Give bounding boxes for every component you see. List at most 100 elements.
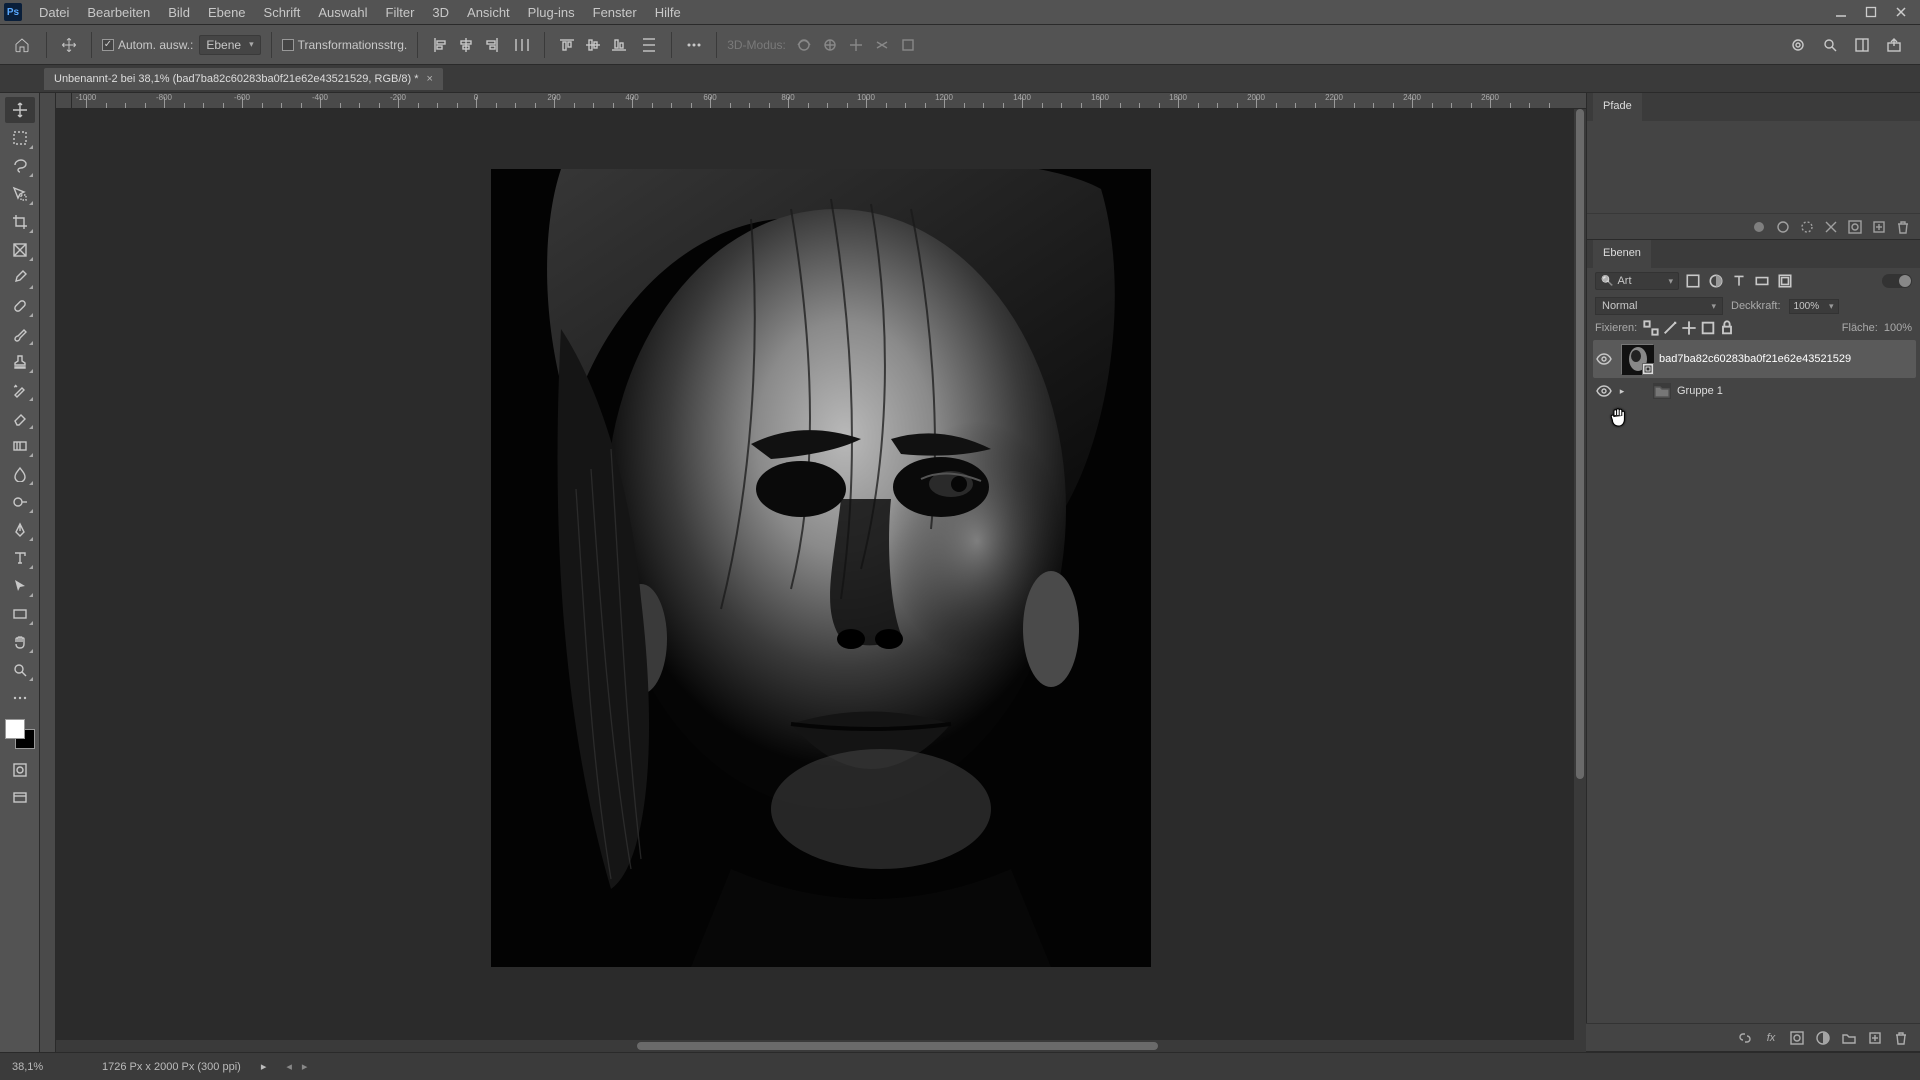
menu-ebene[interactable]: Ebene	[199, 0, 255, 25]
new-layer-button[interactable]	[1866, 1029, 1884, 1047]
healing-tool[interactable]	[5, 293, 35, 319]
menu-fenster[interactable]: Fenster	[584, 0, 646, 25]
3d-roll-button[interactable]	[818, 33, 842, 57]
minimize-button[interactable]	[1826, 1, 1856, 23]
crop-tool[interactable]	[5, 209, 35, 235]
menu-bearbeiten[interactable]: Bearbeiten	[78, 0, 159, 25]
home-button[interactable]	[8, 31, 36, 59]
distribute-v-button[interactable]	[637, 33, 661, 57]
3d-pan-button[interactable]	[844, 33, 868, 57]
shape-tool[interactable]	[5, 601, 35, 627]
history-brush-tool[interactable]	[5, 377, 35, 403]
menu-hilfe[interactable]: Hilfe	[646, 0, 690, 25]
stamp-tool[interactable]	[5, 349, 35, 375]
zoom-tool[interactable]	[5, 657, 35, 683]
filter-adjust-icon[interactable]	[1707, 272, 1725, 290]
menu-datei[interactable]: Datei	[30, 0, 78, 25]
edit-toolbar-button[interactable]	[5, 685, 35, 711]
mask-button[interactable]	[1788, 1029, 1806, 1047]
quick-mask-button[interactable]	[9, 759, 31, 781]
menu-filter[interactable]: Filter	[377, 0, 424, 25]
share-button[interactable]	[1882, 33, 1906, 57]
more-align-button[interactable]	[682, 33, 706, 57]
visibility-toggle[interactable]	[1593, 383, 1615, 399]
vertical-scrollbar[interactable]	[1574, 109, 1586, 1040]
layer-name[interactable]: Gruppe 1	[1677, 385, 1723, 397]
search-button[interactable]	[1818, 33, 1842, 57]
type-tool[interactable]	[5, 545, 35, 571]
path-select-tool[interactable]	[5, 573, 35, 599]
layers-tab[interactable]: Ebenen	[1593, 240, 1651, 268]
menu-schrift[interactable]: Schrift	[255, 0, 310, 25]
lasso-tool[interactable]	[5, 153, 35, 179]
horizontal-scrollbar[interactable]	[56, 1040, 1586, 1052]
add-mask-path-button[interactable]	[1846, 218, 1864, 236]
dodge-tool[interactable]	[5, 489, 35, 515]
foreground-color-swatch[interactable]	[5, 719, 25, 739]
menu-plug-ins[interactable]: Plug-ins	[519, 0, 584, 25]
layer-group-row[interactable]: ▸Gruppe 1	[1593, 379, 1916, 403]
layer-name[interactable]: bad7ba82c60283ba0f21e62e43521529	[1659, 353, 1851, 365]
align-left-button[interactable]	[428, 33, 452, 57]
filter-smart-icon[interactable]	[1776, 272, 1794, 290]
path-to-selection-button[interactable]	[1798, 218, 1816, 236]
align-top-button[interactable]	[555, 33, 579, 57]
opacity-field[interactable]: 100%	[1789, 299, 1839, 314]
move-tool[interactable]	[5, 97, 35, 123]
blur-tool[interactable]	[5, 461, 35, 487]
workspace-button[interactable]	[1850, 33, 1874, 57]
filter-type-icon[interactable]	[1730, 272, 1748, 290]
close-window-button[interactable]	[1886, 1, 1916, 23]
lock-pixels-button[interactable]	[1643, 320, 1659, 336]
filter-shape-icon[interactable]	[1753, 272, 1771, 290]
menu-ansicht[interactable]: Ansicht	[458, 0, 519, 25]
visibility-toggle[interactable]	[1593, 351, 1615, 367]
maximize-button[interactable]	[1856, 1, 1886, 23]
frame-tool[interactable]	[5, 237, 35, 263]
pen-tool[interactable]	[5, 517, 35, 543]
align-vcenter-button[interactable]	[581, 33, 605, 57]
cloud-button[interactable]	[1786, 33, 1810, 57]
delete-layer-button[interactable]	[1892, 1029, 1910, 1047]
3d-slide-button[interactable]	[870, 33, 894, 57]
3d-orbit-button[interactable]	[792, 33, 816, 57]
menu-bild[interactable]: Bild	[159, 0, 199, 25]
zoom-level[interactable]: 38,1%	[12, 1061, 82, 1073]
marquee-tool[interactable]	[5, 125, 35, 151]
document-tab[interactable]: Unbenannt-2 bei 38,1% (bad7ba82c60283ba0…	[44, 68, 443, 90]
adjustment-button[interactable]	[1814, 1029, 1832, 1047]
menu-3d[interactable]: 3D	[423, 0, 458, 25]
auto-select-target-select[interactable]: Ebene	[199, 35, 260, 55]
show-transform-checkbox[interactable]: Transformationsstrg.	[282, 38, 408, 52]
paths-tab[interactable]: Pfade	[1593, 93, 1642, 121]
align-hcenter-button[interactable]	[454, 33, 478, 57]
group-button[interactable]	[1840, 1029, 1858, 1047]
layer-thumbnail[interactable]	[1621, 344, 1653, 374]
link-layers-button[interactable]	[1736, 1029, 1754, 1047]
paths-list[interactable]	[1587, 121, 1920, 213]
filter-pixel-icon[interactable]	[1684, 272, 1702, 290]
blend-mode-select[interactable]: Normal	[1595, 297, 1723, 315]
filter-toggle[interactable]	[1882, 274, 1912, 288]
lock-artboard-button[interactable]	[1700, 320, 1716, 336]
horizontal-ruler[interactable]: -1000-800-600-400-2000200400600800100012…	[56, 93, 1586, 109]
lock-all-button[interactable]	[1719, 320, 1735, 336]
ruler-origin[interactable]	[56, 93, 72, 109]
fx-button[interactable]: fx	[1762, 1029, 1780, 1047]
close-tab-button[interactable]: ×	[427, 73, 433, 85]
gradient-tool[interactable]	[5, 433, 35, 459]
eraser-tool[interactable]	[5, 405, 35, 431]
align-right-button[interactable]	[480, 33, 504, 57]
brush-tool[interactable]	[5, 321, 35, 347]
color-swatches[interactable]	[5, 719, 35, 749]
doc-info[interactable]: 1726 Px x 2000 Px (300 ppi)	[102, 1061, 241, 1073]
vertical-ruler[interactable]	[40, 93, 56, 1052]
eyedropper-tool[interactable]	[5, 265, 35, 291]
lock-move-button[interactable]	[1681, 320, 1697, 336]
timeline-nav[interactable]: ◂▸	[286, 1060, 307, 1073]
layer-row[interactable]: bad7ba82c60283ba0f21e62e43521529	[1593, 340, 1916, 378]
move-tool-icon[interactable]	[57, 33, 81, 57]
hand-tool[interactable]	[5, 629, 35, 655]
fill-path-button[interactable]	[1750, 218, 1768, 236]
delete-path-button[interactable]	[1894, 218, 1912, 236]
